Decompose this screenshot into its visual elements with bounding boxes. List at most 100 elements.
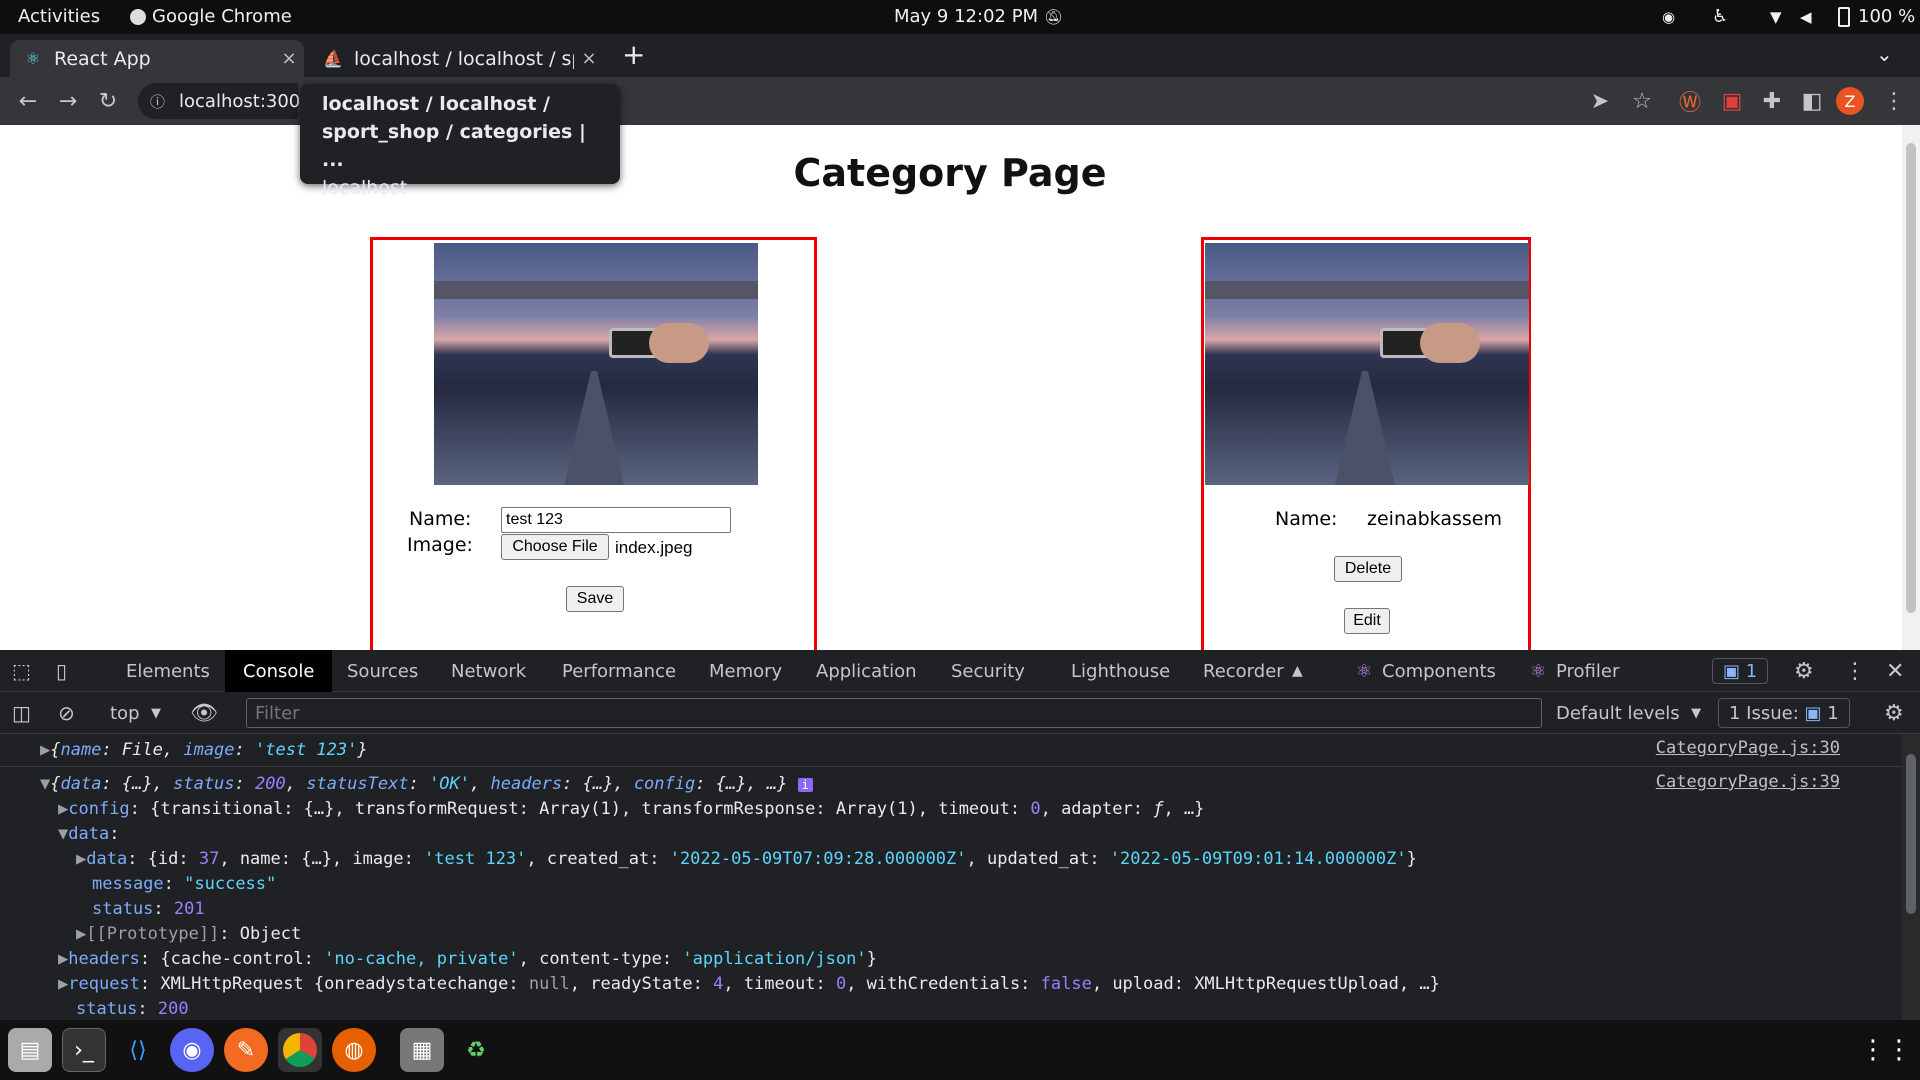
tab-memory[interactable]: Memory xyxy=(709,650,782,692)
app-menu[interactable]: Google Chrome xyxy=(152,6,292,27)
sidebar-toggle-icon[interactable]: ◫ xyxy=(12,692,31,734)
console-tree-line[interactable]: ▶[[Prototype]]: Object xyxy=(76,922,301,946)
tab-security[interactable]: Security xyxy=(951,650,1025,692)
postman-icon[interactable]: ✎ xyxy=(224,1028,268,1072)
tab-sources[interactable]: Sources xyxy=(347,650,418,692)
side-panel-icon[interactable]: ◧ xyxy=(1796,85,1828,117)
discord-tray-icon[interactable]: ◉ xyxy=(1662,8,1675,26)
name-input[interactable] xyxy=(501,507,731,533)
choose-file-button[interactable]: Choose File xyxy=(501,534,609,560)
log-levels-dropdown[interactable]: Default levels ▼ xyxy=(1556,692,1701,734)
dock: ▤ ›_ ⟨⟩ ◉ ✎ ◍ ▦ ♻ ⋮⋮ xyxy=(0,1020,1920,1080)
console-output: ▶{name: File, image: 'test 123'} Categor… xyxy=(0,734,1902,1020)
profile-avatar[interactable]: Z xyxy=(1836,87,1864,115)
console-scrollbar[interactable] xyxy=(1902,734,1920,1020)
source-link[interactable]: CategoryPage.js:30 xyxy=(1656,738,1840,758)
inspect-element-icon[interactable]: ⬚ xyxy=(12,650,31,692)
accessibility-icon[interactable]: ♿︎ xyxy=(1712,6,1728,27)
console-settings-icon[interactable]: ⚙ xyxy=(1884,692,1904,734)
extension-red-icon[interactable]: ▣ xyxy=(1716,85,1748,117)
activities-button[interactable]: Activities xyxy=(18,6,100,27)
forward-icon[interactable]: → xyxy=(52,85,84,117)
puzzle-icon[interactable]: ✚ xyxy=(1756,85,1788,117)
tab-lighthouse[interactable]: Lighthouse xyxy=(1071,650,1170,692)
console-tree-line[interactable]: ▶config: {transitional: {…}, transformRe… xyxy=(58,797,1204,821)
reload-icon[interactable]: ↻ xyxy=(92,85,124,117)
scrollbar-thumb[interactable] xyxy=(1906,143,1916,613)
volume-icon: ◀ xyxy=(1800,8,1812,26)
tab-network[interactable]: Network xyxy=(451,650,526,692)
new-tab-button[interactable]: + xyxy=(622,38,645,71)
console-tree-line[interactable]: ▼data: xyxy=(58,822,119,846)
issues-button[interactable]: 1 Issue: ▣ 1 xyxy=(1718,698,1850,728)
address-bar[interactable]: ⓘ localhost:3000 xyxy=(138,83,312,119)
close-devtools-icon[interactable]: ✕ xyxy=(1886,650,1904,692)
console-tree-line: message: "success" xyxy=(92,874,277,894)
trash-icon[interactable]: ♻ xyxy=(454,1028,498,1072)
tab-components[interactable]: Components xyxy=(1382,650,1496,692)
close-icon[interactable]: × xyxy=(274,48,304,69)
vscode-icon[interactable]: ⟨⟩ xyxy=(116,1028,160,1072)
edit-button[interactable]: Edit xyxy=(1344,608,1390,634)
collapse-arrow-icon[interactable]: ▼ xyxy=(40,774,50,794)
files-icon[interactable]: ▤ xyxy=(8,1028,52,1072)
device-toolbar-icon[interactable]: ▯ xyxy=(56,650,67,692)
image-label: Image: xyxy=(407,534,473,556)
back-icon[interactable]: ← xyxy=(12,85,44,117)
chrome-icon[interactable] xyxy=(278,1028,322,1072)
save-button[interactable]: Save xyxy=(566,586,624,612)
terminal-icon[interactable]: ›_ xyxy=(62,1028,106,1072)
devtools-tab-bar: ⬚ ▯ Elements Console Sources Network Per… xyxy=(0,650,1920,692)
source-link[interactable]: CategoryPage.js:39 xyxy=(1656,772,1840,792)
scrollbar-thumb[interactable] xyxy=(1906,754,1916,914)
tooltip-title-line1: localhost / localhost / xyxy=(322,93,550,115)
battery-level[interactable]: 100 % xyxy=(1858,6,1915,27)
console-tree-line[interactable]: ▶headers: {cache-control: 'no-cache, pri… xyxy=(58,947,877,971)
expand-arrow-icon[interactable]: ▶ xyxy=(40,740,50,760)
dropdown-icon: ▼ xyxy=(150,705,161,721)
url-text: localhost:3000 xyxy=(179,90,312,112)
console-tree-line[interactable]: ▶request: XMLHttpRequest {onreadystatech… xyxy=(58,972,1440,996)
menu-kebab-icon[interactable]: ⋮ xyxy=(1878,85,1910,117)
info-icon[interactable]: i xyxy=(797,778,813,792)
tab-application[interactable]: Application xyxy=(816,650,917,692)
tab-performance[interactable]: Performance xyxy=(562,650,676,692)
console-log-line[interactable]: ▼{data: {…}, status: 200, statusText: 'O… xyxy=(40,772,813,796)
tooltip-title-line2: sport_shop / categories | ... xyxy=(322,121,586,171)
wordpress-extension-icon[interactable]: Ⓦ xyxy=(1674,85,1706,117)
tab-search-icon[interactable]: ⌄ xyxy=(1876,42,1893,66)
eye-icon[interactable]: 👁︎ xyxy=(190,692,218,734)
delete-button[interactable]: Delete xyxy=(1334,556,1402,582)
console-tree-line[interactable]: ▶data: {id: 37, name: {…}, image: 'test … xyxy=(76,847,1417,871)
road-shape xyxy=(1335,371,1395,485)
bridge-shape xyxy=(434,281,758,299)
settings-gear-icon[interactable]: ⚙ xyxy=(1794,650,1814,692)
firefox-icon[interactable]: ◍ xyxy=(332,1028,376,1072)
tab-console[interactable]: Console xyxy=(225,650,333,692)
context-selector[interactable]: top ▼ xyxy=(110,692,161,734)
send-icon[interactable]: ➤ xyxy=(1584,85,1616,117)
bookmark-star-icon[interactable]: ☆ xyxy=(1626,85,1658,117)
console-filter-input[interactable] xyxy=(246,698,1542,728)
tab-react-app[interactable]: ⚛ React App × xyxy=(10,40,304,77)
levels-label: Default levels xyxy=(1556,702,1680,724)
site-info-icon[interactable]: ⓘ xyxy=(150,91,165,112)
react-profiler-icon: ⚛ xyxy=(1530,660,1547,682)
clear-console-icon[interactable]: ⊘ xyxy=(58,692,75,734)
more-options-icon[interactable]: ⋮ xyxy=(1844,650,1866,692)
tab-profiler[interactable]: Profiler xyxy=(1556,650,1619,692)
tab-phpmyadmin[interactable]: ⛵ localhost / localhost / spo × xyxy=(310,40,604,77)
show-apps-icon[interactable]: ⋮⋮ xyxy=(1860,1028,1912,1072)
tab-elements[interactable]: Elements xyxy=(126,650,210,692)
discord-icon[interactable]: ◉ xyxy=(170,1028,214,1072)
badge-count: 1 xyxy=(1745,660,1758,682)
flask-icon: ▲ xyxy=(1292,663,1303,679)
console-log-line[interactable]: ▶{name: File, image: 'test 123'} xyxy=(40,738,368,762)
messages-badge[interactable]: ▣ 1 xyxy=(1712,658,1769,684)
page-scrollbar[interactable] xyxy=(1902,125,1920,650)
tab-recorder[interactable]: Recorder xyxy=(1203,650,1284,692)
clock[interactable]: May 9 12:02 PM xyxy=(894,6,1038,27)
image-viewer-icon[interactable]: ▦ xyxy=(400,1028,444,1072)
close-icon[interactable]: × xyxy=(574,48,604,69)
message-icon: ▣ xyxy=(1723,660,1746,682)
